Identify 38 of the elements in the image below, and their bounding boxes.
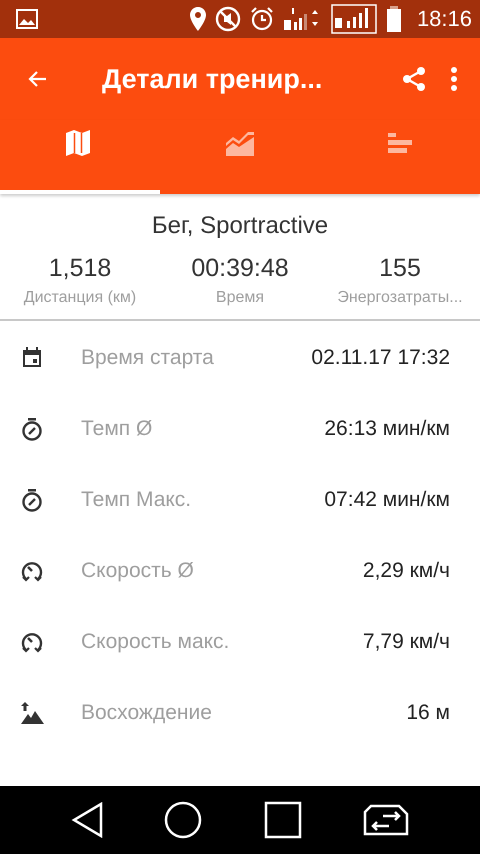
detail-label: Скорость макс.: [81, 630, 230, 654]
activity-title: Бег, Sportractive: [152, 212, 328, 240]
signal-icon: [330, 4, 377, 34]
more-options-icon: [450, 66, 458, 92]
detail-value: 07:42 мин/км: [324, 488, 450, 512]
back-triangle-icon: [70, 802, 103, 838]
recents-square-icon: [264, 801, 302, 839]
location-pin-icon: [188, 6, 207, 32]
detail-value: 7,79 км/ч: [362, 630, 450, 654]
image-icon: [16, 9, 38, 29]
stat-value: 1,518: [48, 254, 112, 283]
stat-label: Время: [216, 289, 264, 307]
detail-label: Восхождение: [81, 700, 213, 724]
muted-icon: [214, 6, 241, 32]
stopwatch-icon: [20, 416, 44, 440]
detail-label: Время старта: [81, 346, 215, 370]
mountain-ascent-icon: [20, 700, 44, 724]
stat-value: 00:39:48: [191, 254, 289, 283]
share-icon: [400, 65, 428, 93]
stat-label: Энергозатраты...: [337, 289, 463, 307]
detail-value: 2,29 км/ч: [362, 558, 450, 582]
detail-label: Скорость Ø: [81, 558, 195, 582]
stopwatch-icon: [20, 488, 44, 512]
calendar-icon: [20, 346, 44, 370]
stat-label: Дистанция (км): [24, 289, 136, 307]
toolbar-title: Детали тренир...: [102, 64, 324, 94]
stat-value: 155: [379, 254, 421, 283]
detail-value: 26:13 мин/км: [324, 416, 450, 440]
area-chart-icon: [225, 129, 255, 157]
detail-value: 02.11.17 17:32: [311, 346, 450, 370]
sim-swap-icon: [363, 804, 410, 836]
battery-icon: [384, 5, 403, 33]
home-circle-icon: [164, 801, 202, 839]
detail-value: 16 м: [406, 700, 450, 724]
detail-label: Темп Ø: [81, 416, 154, 440]
detail-label: Темп Макс.: [81, 488, 192, 512]
status-time: 18:16: [416, 6, 472, 32]
alarm-clock-icon: [248, 6, 275, 32]
